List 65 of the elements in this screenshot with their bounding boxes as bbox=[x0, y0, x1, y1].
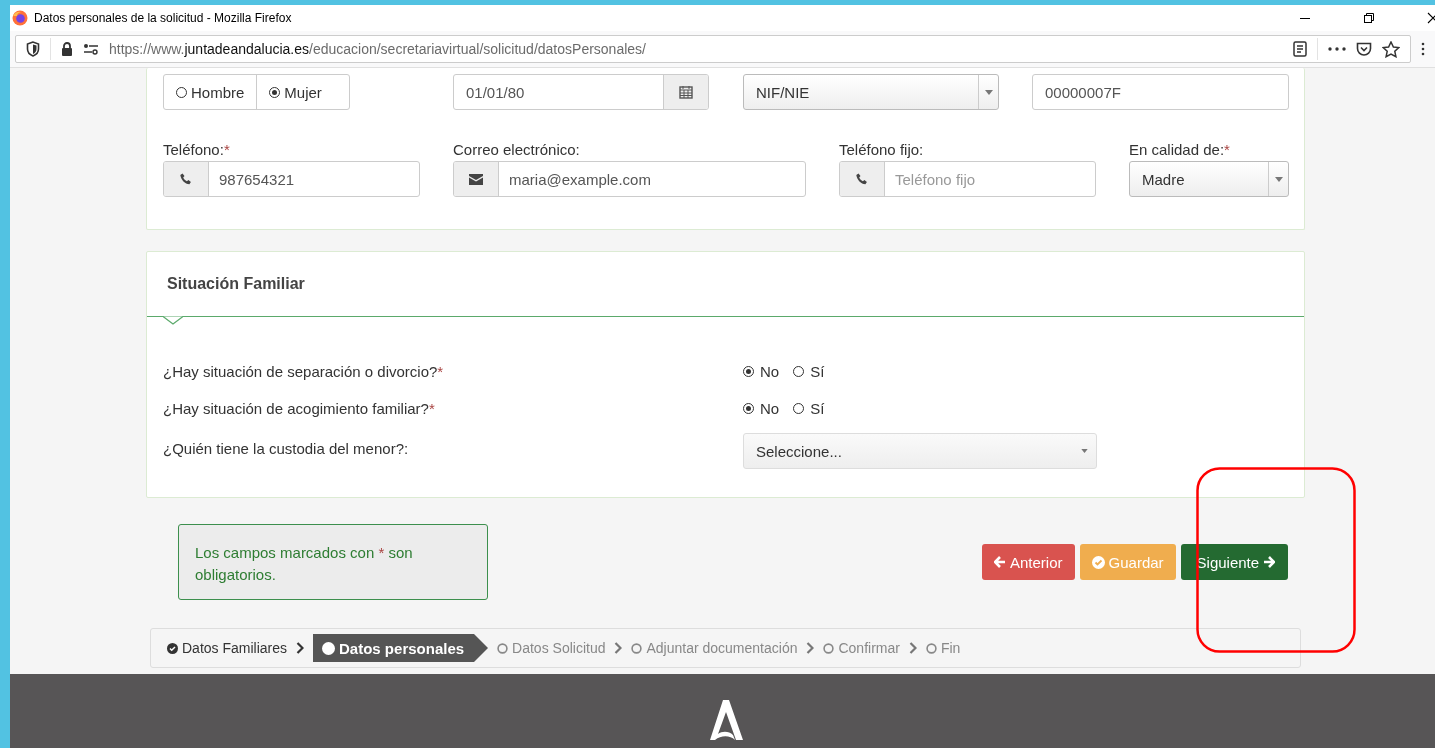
firefox-logo-icon bbox=[12, 10, 28, 26]
logo-icon bbox=[709, 700, 743, 740]
radio-button[interactable] bbox=[793, 403, 805, 414]
email-field[interactable]: maria@example.com bbox=[453, 161, 806, 197]
circle-outline-icon bbox=[631, 642, 643, 654]
close-icon[interactable] bbox=[1427, 12, 1435, 24]
radio-button[interactable] bbox=[743, 366, 754, 377]
answer-option[interactable]: Sí bbox=[793, 400, 825, 417]
chevron-icon bbox=[908, 642, 917, 654]
step-item[interactable]: Datos Familiares bbox=[167, 640, 288, 656]
chevron-icon bbox=[806, 642, 815, 654]
gender-option[interactable]: Hombre bbox=[164, 75, 257, 109]
phone-icon bbox=[856, 173, 868, 185]
radio-button[interactable] bbox=[743, 403, 754, 414]
phone-icon bbox=[180, 173, 192, 185]
chevron-icon bbox=[614, 642, 623, 654]
circle-outline-icon bbox=[925, 642, 937, 654]
gender-option[interactable]: Mujer bbox=[256, 75, 334, 109]
reader-view-icon[interactable] bbox=[1293, 41, 1307, 57]
field-label: Teléfono:* bbox=[163, 141, 231, 159]
star-icon[interactable] bbox=[1382, 40, 1400, 58]
shield-icon[interactable] bbox=[26, 41, 40, 57]
document-type-select[interactable]: NIF/NIE bbox=[743, 74, 999, 110]
question-label: ¿Quién tiene la custodia del menor?: bbox=[163, 439, 410, 457]
radio-button[interactable] bbox=[269, 86, 281, 98]
answer-option[interactable]: No bbox=[743, 400, 780, 417]
chevron-icon bbox=[296, 642, 305, 654]
answer-option[interactable]: Sí bbox=[793, 363, 825, 380]
check-circle-icon bbox=[167, 642, 178, 654]
section-title: Situación Familiar bbox=[167, 275, 305, 293]
permissions-icon[interactable] bbox=[83, 43, 99, 55]
address-bar[interactable]: https://www.juntadeandalucia.es/educacion/secretariavirtual/solicitud/datosPersonales/ bbox=[15, 35, 1411, 63]
required-fields-note: Los campos marcados con * son obligatorios. bbox=[178, 524, 488, 600]
date-field[interactable]: 01/01/80 bbox=[453, 74, 709, 110]
question-label: ¿Hay situación de acogimiento familiar?* bbox=[163, 400, 436, 417]
answer-option[interactable]: No bbox=[743, 363, 780, 380]
calendar-icon[interactable] bbox=[679, 85, 693, 99]
arrow-left-icon bbox=[994, 556, 1006, 568]
question-label: ¿Hay situación de separación o divorcio?* bbox=[163, 363, 445, 380]
relationship-select[interactable]: Madre bbox=[1129, 161, 1289, 197]
caret-icon bbox=[984, 89, 993, 95]
phone-field[interactable]: 987654321 bbox=[163, 161, 420, 197]
circle-outline-icon bbox=[497, 642, 509, 654]
previous-button[interactable]: Anterior bbox=[982, 544, 1075, 580]
lock-icon[interactable] bbox=[61, 42, 73, 56]
pocket-icon[interactable] bbox=[1356, 42, 1372, 56]
radio-button[interactable] bbox=[793, 366, 805, 377]
envelope-icon bbox=[469, 173, 483, 185]
radio-button[interactable] bbox=[176, 86, 187, 98]
circle-outline-icon bbox=[823, 642, 835, 654]
arrow-right-icon bbox=[1263, 556, 1276, 568]
restore-icon[interactable] bbox=[1363, 12, 1375, 24]
caret-icon bbox=[1274, 176, 1283, 182]
caret-icon bbox=[1081, 449, 1088, 453]
menu-icon[interactable] bbox=[1421, 42, 1425, 56]
more-icon[interactable] bbox=[1328, 47, 1346, 51]
custody-select[interactable]: Seleccione... bbox=[743, 433, 1097, 469]
field-label: Correo electrónico: bbox=[453, 141, 581, 159]
field-label: En calidad de:* bbox=[1129, 141, 1231, 159]
document-number-field[interactable]: 00000007F bbox=[1032, 74, 1289, 110]
url-text[interactable]: https://www.juntadeandalucia.es/educacion/secretariavirtual/solicitud/datosPersonales/ bbox=[109, 41, 646, 57]
field-label: Teléfono fijo: bbox=[839, 141, 925, 159]
window-title: Datos personales de la solicitud - Mozilla Firefox bbox=[34, 11, 292, 25]
circle-icon bbox=[322, 641, 336, 655]
check-circle-icon bbox=[1091, 555, 1105, 569]
